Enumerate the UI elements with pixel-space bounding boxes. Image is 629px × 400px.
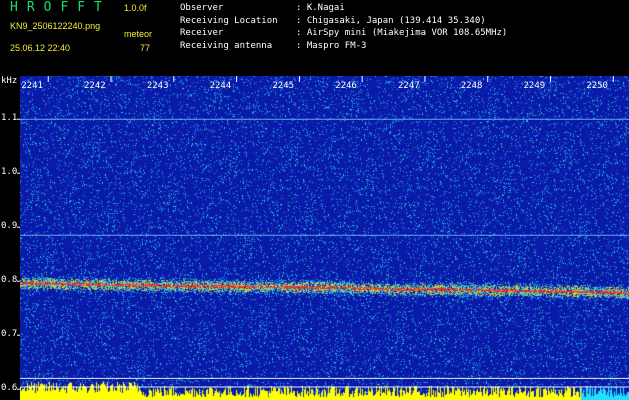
datetime-label: 25.06.12 22:40 [10, 43, 71, 53]
header: HROFFT 1.0.0f KN9_2506122240.png meteor … [0, 0, 629, 76]
info-value: AirSpy mini (Miakejima VOR 108.65MHz) [306, 28, 508, 38]
app-title: HROFFT [10, 0, 111, 15]
info-sep: : [296, 3, 302, 13]
info-value: Chigasaki, Japan (139.414 35.340) [306, 15, 486, 26]
info-key: Receiver [180, 28, 224, 38]
x-tick-label: 2243 [146, 81, 169, 91]
meteor-label: meteor [124, 29, 153, 39]
info-sep: : [296, 40, 302, 51]
info-row-location: Receiving Location: Chigasaki, Japan (13… [180, 15, 507, 28]
info-key: Receiving Location [180, 15, 278, 26]
x-tick-label: 2249 [523, 81, 546, 91]
y-axis-band [0, 76, 20, 400]
x-tick-label: 2250 [586, 81, 608, 91]
y-tick-label: 0.8 [1, 275, 18, 286]
x-tick-label: 2241 [21, 81, 43, 91]
info-row-antenna: Receiving antenna: Maspro FM-3 [180, 40, 507, 53]
info-key: Receiving antenna [180, 40, 273, 51]
info-sep: : [296, 28, 302, 38]
y-tick-label: 1.1 [1, 113, 18, 124]
station-info: Observer: K.Nagai Receiving Location: Ch… [180, 2, 507, 52]
filename-label: KN9_2506122240.png [10, 21, 101, 31]
y-tick-label: 0.9 [1, 221, 18, 232]
info-value: K.Nagai [306, 3, 345, 13]
info-key: Observer [180, 3, 224, 13]
info-row-observer: Observer: K.Nagai [180, 2, 507, 15]
y-tick-label: 0.6 [1, 383, 18, 394]
info-sep: : [296, 15, 302, 26]
y-axis-unit: kHz [1, 76, 18, 86]
x-tick-label: 2248 [460, 81, 483, 91]
y-tick-label: 0.7 [1, 329, 18, 340]
spectrogram-overlay [0, 76, 629, 400]
version-label: 1.0.0f [124, 3, 147, 13]
x-tick-label: 2244 [209, 81, 232, 91]
spectrogram-plot: kHz 1.1 1.0 0.9 0.8 0.7 0.6 2241 2242 2243 2244 22… [0, 76, 629, 400]
x-tick-label: 2247 [397, 81, 420, 91]
info-row-receiver: Receiver: AirSpy mini (Miakejima VOR 108… [180, 27, 507, 40]
meteor-count: 77 [140, 43, 151, 53]
x-tick-label: 2242 [84, 81, 106, 91]
y-tick-label: 1.0 [1, 167, 18, 178]
info-value: Maspro FM-3 [306, 40, 367, 51]
x-tick-label: 2245 [272, 81, 295, 91]
x-tick-label: 2246 [335, 81, 357, 91]
